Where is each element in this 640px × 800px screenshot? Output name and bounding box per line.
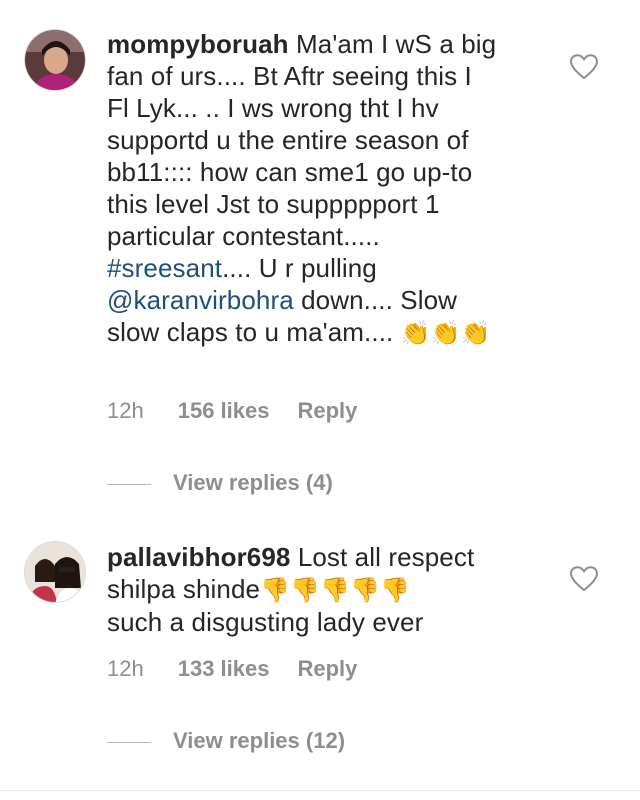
timestamp: 12h	[107, 656, 144, 681]
comment-meta: 12h 156 likes Reply	[107, 398, 385, 424]
reply-button[interactable]: Reply	[297, 656, 357, 682]
comment-line: Lost all respect	[297, 542, 475, 572]
comment-line: this level Jst to suppppport 1	[107, 189, 440, 219]
comment-text: mompyboruah Ma'am I wS a big fan of urs.…	[107, 28, 547, 349]
likes-count[interactable]: 133 likes	[178, 656, 270, 682]
heart-outline-icon[interactable]	[570, 54, 598, 80]
comment-line: down.... Slow	[293, 285, 458, 315]
comment-line: .... U r pulling	[222, 253, 377, 283]
divider	[107, 483, 151, 485]
comment-text: pallavibhor698 Lost all respect shilpa s…	[107, 541, 547, 638]
reply-button[interactable]: Reply	[297, 398, 357, 424]
comment-line: Fl Lyk... .. I ws wrong tht I hv	[107, 93, 439, 123]
view-replies-button[interactable]: View replies (4)	[107, 470, 333, 496]
hashtag-link[interactable]: #sreesant	[107, 253, 222, 283]
username[interactable]: mompyboruah	[107, 29, 289, 59]
clapping-emoji: 👏👏👏	[400, 319, 491, 347]
comment-line: Ma'am I wS a big	[296, 29, 497, 59]
comment-line: fan of urs.... Bt Aftr seeing this I	[107, 61, 472, 91]
username[interactable]: pallavibhor698	[107, 542, 290, 572]
likes-count[interactable]: 156 likes	[178, 398, 270, 424]
comment-line: supportd u the entire season of	[107, 125, 469, 155]
comment-line: particular contestant.....	[107, 221, 380, 251]
mention-link[interactable]: @karanvirbohra	[107, 285, 294, 315]
avatar[interactable]	[24, 541, 86, 603]
heart-outline-icon[interactable]	[570, 566, 598, 592]
view-replies-button[interactable]: View replies (12)	[107, 728, 345, 754]
comment-meta: 12h 133 likes Reply	[107, 656, 385, 682]
divider	[107, 741, 151, 743]
view-replies-label: View replies (12)	[173, 728, 346, 753]
comment-line: shilpa shinde	[107, 574, 261, 604]
view-replies-label: View replies (4)	[173, 470, 333, 495]
avatar[interactable]	[24, 29, 86, 91]
comment-line: such a disgusting lady ever	[107, 607, 424, 637]
divider	[0, 790, 640, 791]
timestamp: 12h	[107, 398, 144, 423]
comment-line: bb11:::: how can sme1 go up-to	[107, 157, 473, 187]
comment-line: slow claps to u ma'am....	[107, 317, 401, 347]
thumbs-down-emoji: 👎👎👎👎👎	[260, 576, 410, 604]
